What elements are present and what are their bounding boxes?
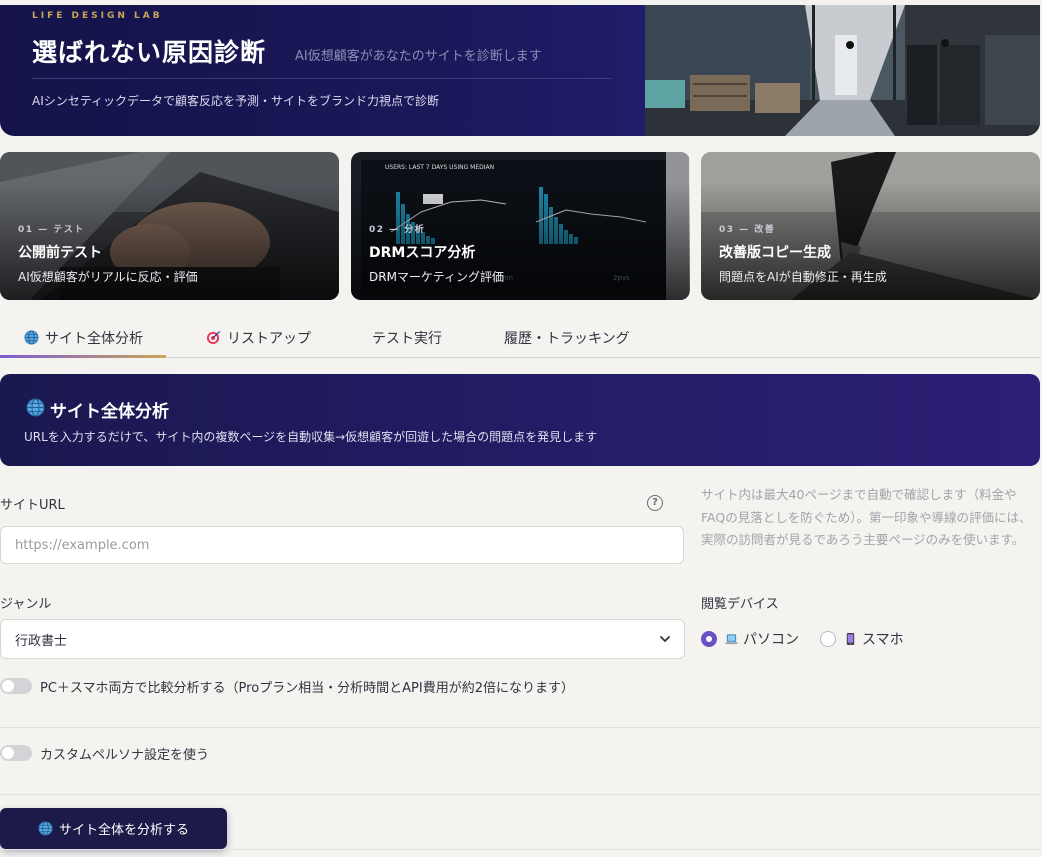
chevron-down-icon — [660, 636, 670, 642]
card-title: 改善版コピー生成 — [719, 245, 831, 261]
persona-toggle-row: カスタムペルソナ設定を使う — [0, 742, 209, 764]
tab-label: 履歴・トラッキング — [504, 330, 630, 347]
hero-text-block: LIFE DESIGN LAB 選ばれない原因診断 AI仮想顧客があなたのサイト… — [0, 5, 645, 136]
section-banner: サイト全体分析 URLを入力するだけで、サイト内の複数ページを自動収集→仮想顧客… — [0, 374, 1040, 466]
laptop-icon — [725, 634, 738, 645]
persona-toggle-label: カスタムペルソナ設定を使う — [40, 747, 210, 763]
site-url-input[interactable] — [0, 526, 684, 564]
tab-label: テスト実行 — [372, 330, 442, 347]
site-url-label: サイトURL — [0, 498, 65, 513]
tab-test-run[interactable]: テスト実行 — [372, 318, 442, 357]
card-title: DRMスコア分析 — [369, 245, 476, 261]
section-description: URLを入力するだけで、サイト内の複数ページを自動収集→仮想顧客が回遊した場合の… — [24, 430, 598, 444]
globe-icon — [24, 330, 39, 345]
tab-label: リストアップ — [227, 330, 311, 347]
divider — [0, 794, 1040, 795]
feature-card-improve: 03 — 改善 改善版コピー生成 問題点をAIが自動修正・再生成 — [701, 152, 1040, 300]
radio-unselected — [820, 631, 836, 647]
globe-icon — [26, 398, 45, 417]
hero-subtitle: AI仮想顧客があなたのサイトを診断します — [295, 49, 542, 64]
smartphone-icon — [846, 632, 855, 646]
device-radio-pc[interactable]: パソコン — [701, 628, 799, 650]
tab-label: サイト全体分析 — [45, 330, 143, 347]
globe-icon — [38, 821, 53, 836]
tab-history-tracking[interactable]: 履歴・トラッキング — [504, 318, 630, 357]
tab-list-up[interactable]: リストアップ — [206, 318, 311, 357]
device-option-label: パソコン — [743, 632, 799, 648]
divider — [0, 727, 1040, 728]
compare-toggle-row: PC＋スマホ両方で比較分析する（Proプラン相当・分析時間とAPI費用が約2倍に… — [0, 675, 574, 697]
card-description: DRMマーケティング評価 — [369, 270, 504, 284]
device-option-label: スマホ — [862, 632, 904, 648]
card-number: 02 — 分析 — [369, 225, 426, 235]
compare-toggle[interactable] — [0, 678, 32, 694]
analyze-site-button[interactable]: サイト全体を分析する — [0, 808, 227, 849]
compare-toggle-label: PC＋スマホ両方で比較分析する（Proプラン相当・分析時間とAPI費用が約2倍に… — [40, 680, 574, 696]
help-icon[interactable]: ? — [647, 495, 663, 511]
target-icon — [206, 330, 221, 345]
divider — [0, 849, 1040, 850]
radio-selected — [701, 631, 717, 647]
feature-card-analysis: USERS: LAST 7 DAYS USING MEDIAN 479K 17m… — [351, 152, 690, 300]
card-description: 問題点をAIが自動修正・再生成 — [719, 270, 887, 284]
device-radio-smartphone[interactable]: スマホ — [820, 628, 904, 650]
section-title: サイト全体分析 — [50, 402, 169, 422]
tab-bar: サイト全体分析 リストアップ テスト実行 履歴・トラッキング — [0, 318, 1040, 358]
crawl-note: サイト内は最大40ページまで自動で確認します（料金やFAQの見落としを防ぐため）… — [701, 487, 1032, 547]
analyze-button-label: サイト全体を分析する — [58, 823, 189, 838]
brand-eyebrow: LIFE DESIGN LAB — [32, 11, 163, 21]
card-number: 03 — 改善 — [719, 225, 776, 235]
hero-description: AIシンセティックデータで顧客反応を予測・サイトをブランド力視点で診断 — [32, 94, 440, 108]
card-title: 公開前テスト — [18, 245, 102, 261]
genre-label: ジャンル — [0, 597, 52, 612]
hero-office-photo — [645, 5, 1040, 136]
hero-banner: LIFE DESIGN LAB 選ばれない原因診断 AI仮想顧客があなたのサイト… — [0, 5, 1040, 136]
page-title: 選ばれない原因診断 — [32, 38, 267, 67]
genre-selected-value: 行政書士 — [15, 634, 68, 649]
genre-select[interactable]: 行政書士 — [0, 619, 685, 659]
persona-toggle[interactable] — [0, 745, 32, 761]
card-number: 01 — テスト — [18, 225, 85, 235]
card-description: AI仮想顧客がリアルに反応・評価 — [18, 270, 198, 284]
hero-divider — [32, 78, 612, 79]
feature-card-test: 01 — テスト 公開前テスト AI仮想顧客がリアルに反応・評価 — [0, 152, 339, 300]
tab-site-analysis[interactable]: サイト全体分析 — [0, 318, 166, 358]
device-label: 閲覧デバイス — [701, 597, 779, 612]
